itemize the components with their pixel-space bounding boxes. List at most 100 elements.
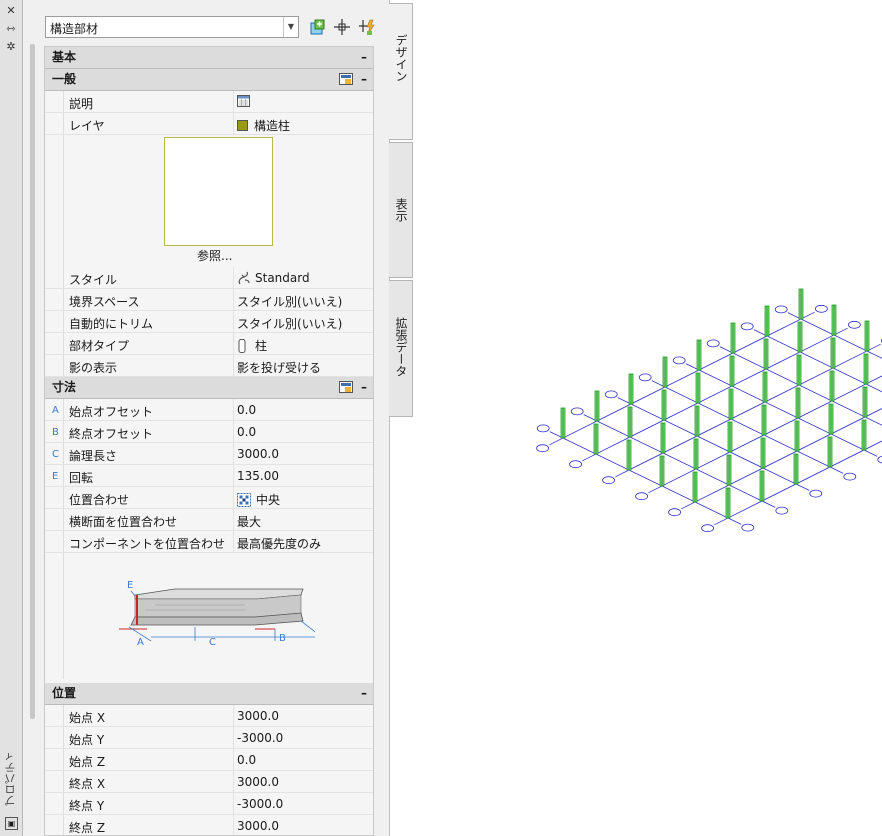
structural-column[interactable]	[760, 437, 766, 469]
property-value[interactable]: 0.0	[237, 753, 256, 767]
structural-column[interactable]	[763, 338, 769, 370]
structural-column[interactable]	[728, 388, 734, 420]
property-value[interactable]: 0.0	[237, 403, 256, 417]
structural-column[interactable]	[659, 455, 665, 487]
property-value[interactable]: 3000.0	[237, 709, 279, 723]
property-row-end-y[interactable]: 終点 Y -3000.0	[45, 793, 373, 815]
structural-column[interactable]	[793, 453, 799, 485]
structural-column[interactable]	[661, 389, 667, 421]
structural-column[interactable]	[693, 438, 699, 470]
property-value[interactable]: -3000.0	[237, 797, 283, 811]
collapse-icon[interactable]: –	[361, 683, 367, 704]
structural-column[interactable]	[726, 454, 732, 486]
property-row-start-z[interactable]: 始点 Z 0.0	[45, 749, 373, 771]
structural-column[interactable]	[560, 407, 566, 439]
section-general[interactable]: 一般 –	[45, 69, 373, 91]
structural-column[interactable]	[827, 436, 833, 468]
property-row-style[interactable]: スタイル Standard	[45, 267, 373, 289]
structural-column[interactable]	[795, 387, 801, 419]
section-dimensions[interactable]: 寸法 –	[45, 377, 373, 399]
structural-column[interactable]	[662, 356, 668, 388]
structural-column[interactable]	[725, 487, 731, 519]
structural-column[interactable]	[594, 390, 600, 422]
drawing-viewport[interactable]	[413, 0, 882, 836]
structural-column[interactable]	[797, 321, 803, 353]
property-value[interactable]: スタイル別(いいえ)	[237, 293, 342, 310]
property-value[interactable]: Standard	[237, 271, 310, 285]
collapse-icon[interactable]: –	[361, 377, 367, 398]
structural-column[interactable]	[829, 370, 835, 402]
property-row-logical-length[interactable]: C 論理長さ 3000.0	[45, 443, 373, 465]
pick-point-icon[interactable]	[333, 18, 351, 36]
structural-column[interactable]	[627, 406, 633, 438]
structural-column[interactable]	[828, 403, 834, 435]
category-settings-icon[interactable]	[339, 73, 353, 85]
palette-menu-icon[interactable]: ▣	[5, 817, 18, 830]
property-value[interactable]: 最高優先度のみ	[237, 535, 321, 552]
property-row-rotation[interactable]: E 回転 135.00	[45, 465, 373, 487]
property-value[interactable]: 0.0	[237, 425, 256, 439]
property-value[interactable]: -3000.0	[237, 731, 283, 745]
structural-column[interactable]	[762, 371, 768, 403]
structural-column[interactable]	[696, 339, 702, 371]
structural-column[interactable]	[862, 386, 868, 418]
property-row-start-x[interactable]: 始点 X 3000.0	[45, 705, 373, 727]
tab-extended-data[interactable]: 拡張データ	[389, 280, 413, 417]
structural-column[interactable]	[798, 288, 804, 320]
structural-column[interactable]	[695, 372, 701, 404]
structural-column[interactable]	[729, 355, 735, 387]
structural-column[interactable]	[794, 420, 800, 452]
panel-scrollbar[interactable]	[30, 44, 35, 719]
section-location[interactable]: 位置 –	[45, 683, 373, 705]
chevron-down-icon[interactable]: ▼	[283, 17, 298, 37]
property-row-justify-cross-section[interactable]: 横断面を位置合わせ 最大	[45, 509, 373, 531]
section-basic[interactable]: 基本 –	[45, 47, 373, 69]
structural-column[interactable]	[730, 322, 736, 354]
property-value[interactable]: 3000.0	[237, 447, 279, 461]
description-editor-icon[interactable]	[237, 95, 250, 107]
structural-column[interactable]	[863, 353, 869, 385]
property-row-shadow-display[interactable]: 影の表示 影を投げ受ける	[45, 355, 373, 377]
structural-column[interactable]	[626, 439, 632, 471]
close-icon[interactable]: ✕	[4, 5, 18, 17]
add-selected-icon[interactable]	[309, 18, 327, 36]
structural-column[interactable]	[694, 405, 700, 437]
tab-design[interactable]: デザイン	[389, 3, 413, 140]
selection-dropdown[interactable]: 構造部材 ▼	[45, 16, 299, 38]
property-value[interactable]: 最大	[237, 513, 261, 530]
autohide-icon[interactable]: ⇿	[4, 23, 18, 35]
structural-column[interactable]	[831, 304, 837, 336]
property-row-justify-components[interactable]: コンポーネントを位置合わせ 最高優先度のみ	[45, 531, 373, 553]
structural-column[interactable]	[764, 305, 770, 337]
tab-display[interactable]: 表示	[389, 142, 413, 278]
category-settings-icon[interactable]	[339, 381, 353, 393]
property-value[interactable]: 3000.0	[237, 819, 279, 833]
property-row-start-offset[interactable]: A 始点オフセット 0.0	[45, 399, 373, 421]
property-value[interactable]: 中央	[237, 491, 280, 508]
property-value[interactable]: 135.00	[237, 469, 279, 483]
structural-column[interactable]	[761, 404, 767, 436]
structural-column[interactable]	[864, 320, 870, 352]
property-row-end-z[interactable]: 終点 Z 3000.0	[45, 815, 373, 835]
collapse-icon[interactable]: –	[361, 69, 367, 90]
property-row-start-y[interactable]: 始点 Y -3000.0	[45, 727, 373, 749]
property-row-layer[interactable]: レイヤ 構造柱	[45, 113, 373, 135]
quick-select-icon[interactable]	[359, 18, 377, 36]
property-value[interactable]: 影を投げ受ける	[237, 359, 321, 376]
property-row-member-type[interactable]: 部材タイプ 柱	[45, 333, 373, 355]
property-value[interactable]: 構造柱	[237, 117, 290, 134]
collapse-icon[interactable]: –	[361, 47, 367, 68]
structural-column[interactable]	[830, 337, 836, 369]
structural-column[interactable]	[593, 423, 599, 455]
structural-column[interactable]	[692, 471, 698, 503]
property-row-justify[interactable]: 位置合わせ 中央	[45, 487, 373, 509]
settings-icon[interactable]: ✲	[4, 41, 18, 53]
structural-column[interactable]	[861, 419, 867, 451]
structural-column[interactable]	[660, 422, 666, 454]
property-value[interactable]: 柱	[237, 337, 267, 354]
property-row-auto-trim[interactable]: 自動的にトリム スタイル別(いいえ)	[45, 311, 373, 333]
structural-column[interactable]	[628, 373, 634, 405]
palette-title-bar[interactable]: ✕ ⇿ ✲ プロパティ ▣	[0, 0, 23, 836]
property-value[interactable]: スタイル別(いいえ)	[237, 315, 342, 332]
property-row-bound-spaces[interactable]: 境界スペース スタイル別(いいえ)	[45, 289, 373, 311]
